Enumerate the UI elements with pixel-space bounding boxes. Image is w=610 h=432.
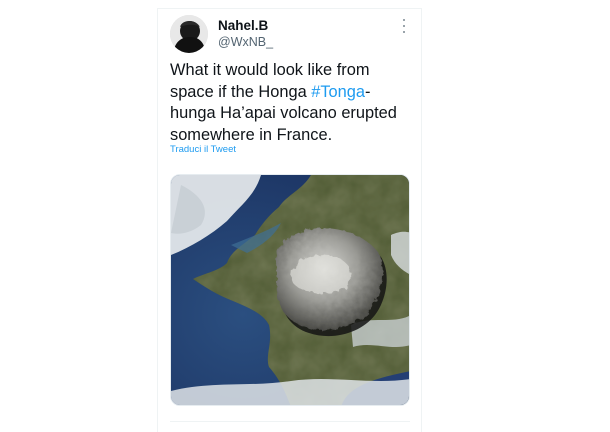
more-vertical-icon[interactable] <box>398 18 410 34</box>
volcanic-plume <box>275 227 387 337</box>
dot <box>402 19 406 22</box>
user-handle[interactable]: @WxNB_ <box>218 35 273 49</box>
satellite-image <box>171 175 409 405</box>
avatar[interactable] <box>170 15 208 53</box>
divider <box>170 421 410 422</box>
dot <box>402 24 406 28</box>
display-name[interactable]: Nahel.B <box>218 18 268 33</box>
tweet-media-image[interactable] <box>170 174 410 406</box>
user-avatar-icon <box>170 15 208 53</box>
dot <box>402 30 406 33</box>
tweet-text: What it would look like from space if th… <box>170 60 415 146</box>
translate-tweet-link[interactable]: Traduci il Tweet <box>170 144 236 155</box>
hashtag-link[interactable]: #Tonga <box>311 83 365 101</box>
